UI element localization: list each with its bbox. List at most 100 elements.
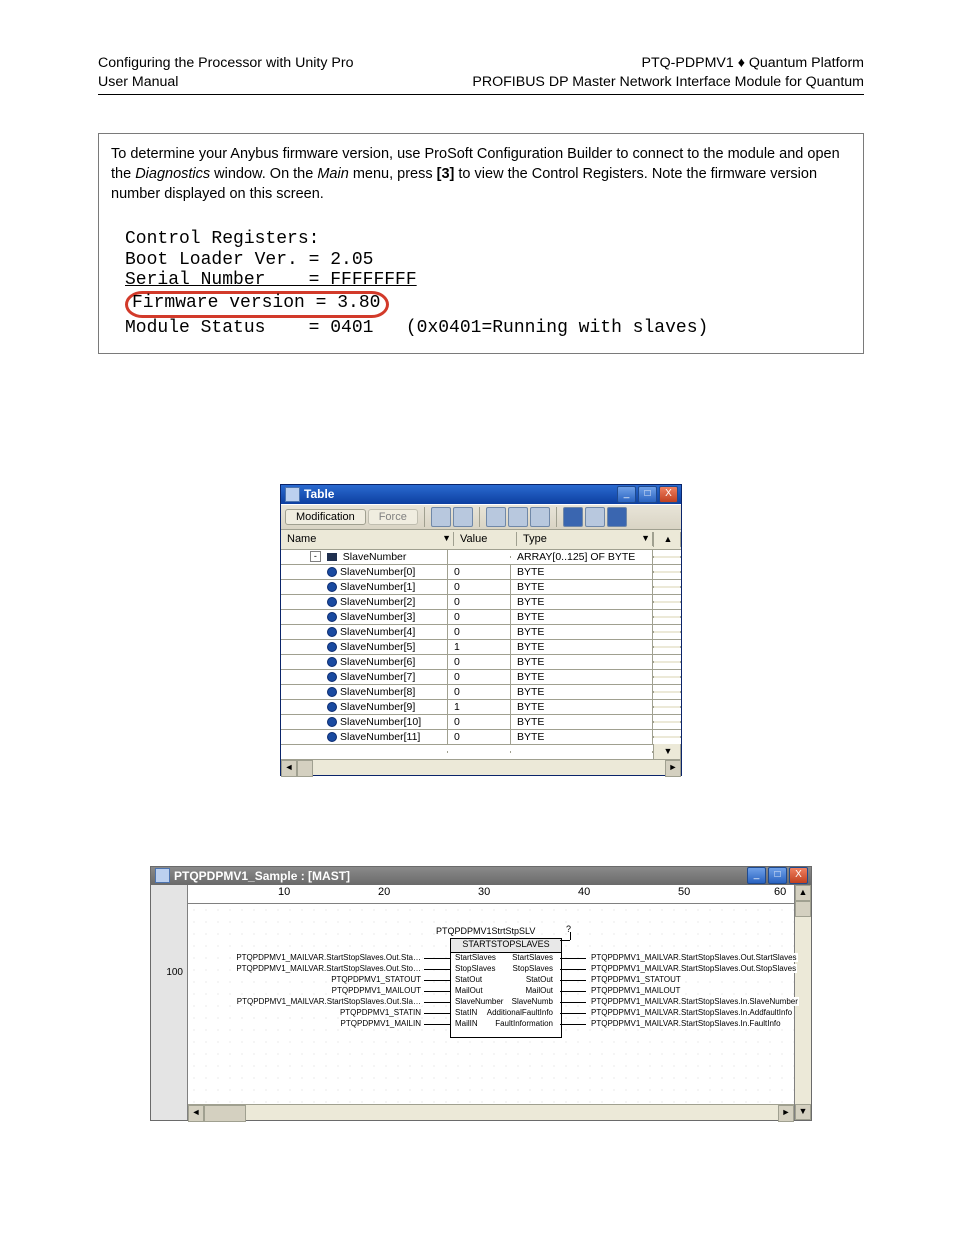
toolbar-icon[interactable] xyxy=(508,507,528,527)
ruler-tick: 60 xyxy=(774,886,786,898)
toolbar-icon[interactable] xyxy=(486,507,506,527)
wire xyxy=(424,991,450,992)
left-pin: StatIN xyxy=(454,1008,478,1017)
right-signal: PTQPDPMV1_MAILVAR.StartStopSlaves.In.Sla… xyxy=(590,997,799,1006)
firmware-version-highlight: Firmware version = 3.80 xyxy=(125,291,389,318)
dropdown-icon[interactable]: ▼ xyxy=(641,533,650,543)
toolbar-icon[interactable] xyxy=(431,507,451,527)
var-name: SlaveNumber[10] xyxy=(340,716,421,728)
separator xyxy=(424,507,425,527)
horizontal-scrollbar[interactable]: ◄ ► xyxy=(188,1104,794,1120)
byte-icon xyxy=(327,717,337,727)
scroll-left-button[interactable]: ◄ xyxy=(281,760,297,777)
wire xyxy=(424,1024,450,1025)
var-type: BYTE xyxy=(511,625,653,639)
col-name[interactable]: Name▼ xyxy=(281,532,454,546)
scroll-left-button[interactable]: ◄ xyxy=(188,1105,204,1122)
header-left-2: User Manual xyxy=(98,73,354,92)
table-toolbar: Modification Force xyxy=(281,504,681,530)
wire xyxy=(560,1013,586,1014)
table-row[interactable]: SlaveNumber[0]0BYTE xyxy=(281,565,681,580)
table-row[interactable]: SlaveNumber[9]1BYTE xyxy=(281,700,681,715)
minimize-button[interactable]: _ xyxy=(617,486,636,503)
left-signal: PTQPDPMV1_MAILVAR.StartStopSlaves.Out.Sl… xyxy=(236,997,422,1006)
left-pin: SlaveNumber xyxy=(454,997,504,1006)
byte-icon xyxy=(327,612,337,622)
right-pin: AdditionalFaultInfo xyxy=(486,1008,554,1017)
right-signal: PTQPDPMV1_STATOUT xyxy=(590,975,682,984)
table-row: ▼ xyxy=(281,745,681,759)
toolbar-icon[interactable] xyxy=(530,507,550,527)
var-type: BYTE xyxy=(511,700,653,714)
window-titlebar[interactable]: Table _ □ X xyxy=(281,485,681,504)
scroll-down-button[interactable]: ▼ xyxy=(653,744,681,759)
header-right-2: PROFIBUS DP Master Network Interface Mod… xyxy=(472,73,864,92)
firmware-note-box: To determine your Anybus firmware versio… xyxy=(98,133,864,353)
fbd-editor-window: PTQPDPMV1_Sample : [MAST] _ □ X 100 10 2… xyxy=(150,866,812,1121)
table-row[interactable]: SlaveNumber[1]0BYTE xyxy=(281,580,681,595)
var-name: SlaveNumber[0] xyxy=(340,566,415,578)
window-titlebar[interactable]: PTQPDPMV1_Sample : [MAST] _ □ X xyxy=(151,867,811,885)
scroll-down-button[interactable]: ▼ xyxy=(795,1104,811,1120)
table-row[interactable]: SlaveNumber[5]1BYTE xyxy=(281,640,681,655)
note-text: window. On the xyxy=(214,166,317,182)
mono-line: Control Registers: xyxy=(125,229,319,249)
toolbar-icon[interactable] xyxy=(563,507,583,527)
var-name: SlaveNumber[2] xyxy=(340,596,415,608)
table-row[interactable]: - SlaveNumber ARRAY[0..125] OF BYTE xyxy=(281,550,681,565)
separator xyxy=(556,507,557,527)
scroll-right-button[interactable]: ► xyxy=(665,760,681,777)
wire xyxy=(560,980,586,981)
var-name: SlaveNumber[6] xyxy=(340,656,415,668)
mono-line: Boot Loader Ver. = 2.05 xyxy=(125,250,373,270)
window-title: Table xyxy=(304,487,617,501)
wire xyxy=(424,1013,450,1014)
fbd-canvas[interactable]: PTQPDPMV1StrtStpSLV STARTSTOPSLAVES ? PT… xyxy=(188,904,794,1104)
scrollbar-thumb[interactable] xyxy=(204,1105,246,1122)
var-type: BYTE xyxy=(511,580,653,594)
scroll-right-button[interactable]: ► xyxy=(778,1105,794,1122)
table-row[interactable]: SlaveNumber[4]0BYTE xyxy=(281,625,681,640)
right-signal: PTQPDPMV1_MAILVAR.StartStopSlaves.Out.St… xyxy=(590,964,797,973)
maximize-button[interactable]: □ xyxy=(638,486,657,503)
var-type: BYTE xyxy=(511,640,653,654)
col-type[interactable]: Type▼ xyxy=(517,532,653,546)
toolbar-icon[interactable] xyxy=(453,507,473,527)
table-row[interactable]: SlaveNumber[6] 0BYTE xyxy=(281,655,681,670)
wire xyxy=(560,991,586,992)
var-type: BYTE xyxy=(511,685,653,699)
table-row[interactable]: SlaveNumber[7]0BYTE xyxy=(281,670,681,685)
horizontal-scrollbar[interactable]: ◄ ► xyxy=(281,759,681,775)
table-row[interactable]: SlaveNumber[11]0BYTE xyxy=(281,730,681,745)
wire xyxy=(560,1024,586,1025)
maximize-button[interactable]: □ xyxy=(768,867,787,884)
minimize-button[interactable]: _ xyxy=(747,867,766,884)
dropdown-icon[interactable]: ▼ xyxy=(442,533,451,543)
var-value: 0 xyxy=(448,610,511,624)
scroll-up-button[interactable]: ▲ xyxy=(653,532,681,547)
toolbar-icon[interactable] xyxy=(607,507,627,527)
scroll-up-button[interactable]: ▲ xyxy=(795,885,811,901)
var-type: BYTE xyxy=(511,655,653,669)
byte-icon xyxy=(327,627,337,637)
toolbar-icon[interactable] xyxy=(585,507,605,527)
table-row[interactable]: SlaveNumber[3]0BYTE xyxy=(281,610,681,625)
modification-button[interactable]: Modification xyxy=(285,509,366,525)
col-value[interactable]: Value xyxy=(454,532,517,546)
left-signal: PTQPDPMV1_STATOUT xyxy=(330,975,422,984)
var-value: 0 xyxy=(448,715,511,729)
scrollbar-thumb[interactable] xyxy=(297,760,313,777)
table-row[interactable]: SlaveNumber[10]0BYTE xyxy=(281,715,681,730)
close-button[interactable]: X xyxy=(789,867,808,884)
var-value: 1 xyxy=(448,640,511,654)
table-row[interactable]: SlaveNumber[8]0BYTE xyxy=(281,685,681,700)
table-row[interactable]: SlaveNumber[2]0BYTE xyxy=(281,595,681,610)
window-title: PTQPDPMV1_Sample : [MAST] xyxy=(174,869,747,883)
window-icon xyxy=(155,868,170,883)
left-signal: PTQPDPMV1_MAILIN xyxy=(340,1019,422,1028)
scrollbar-thumb[interactable] xyxy=(795,901,811,917)
force-button[interactable]: Force xyxy=(368,509,418,525)
tree-collapse-icon[interactable]: - xyxy=(310,551,321,562)
close-button[interactable]: X xyxy=(659,486,678,503)
var-value: 0 xyxy=(448,655,511,669)
